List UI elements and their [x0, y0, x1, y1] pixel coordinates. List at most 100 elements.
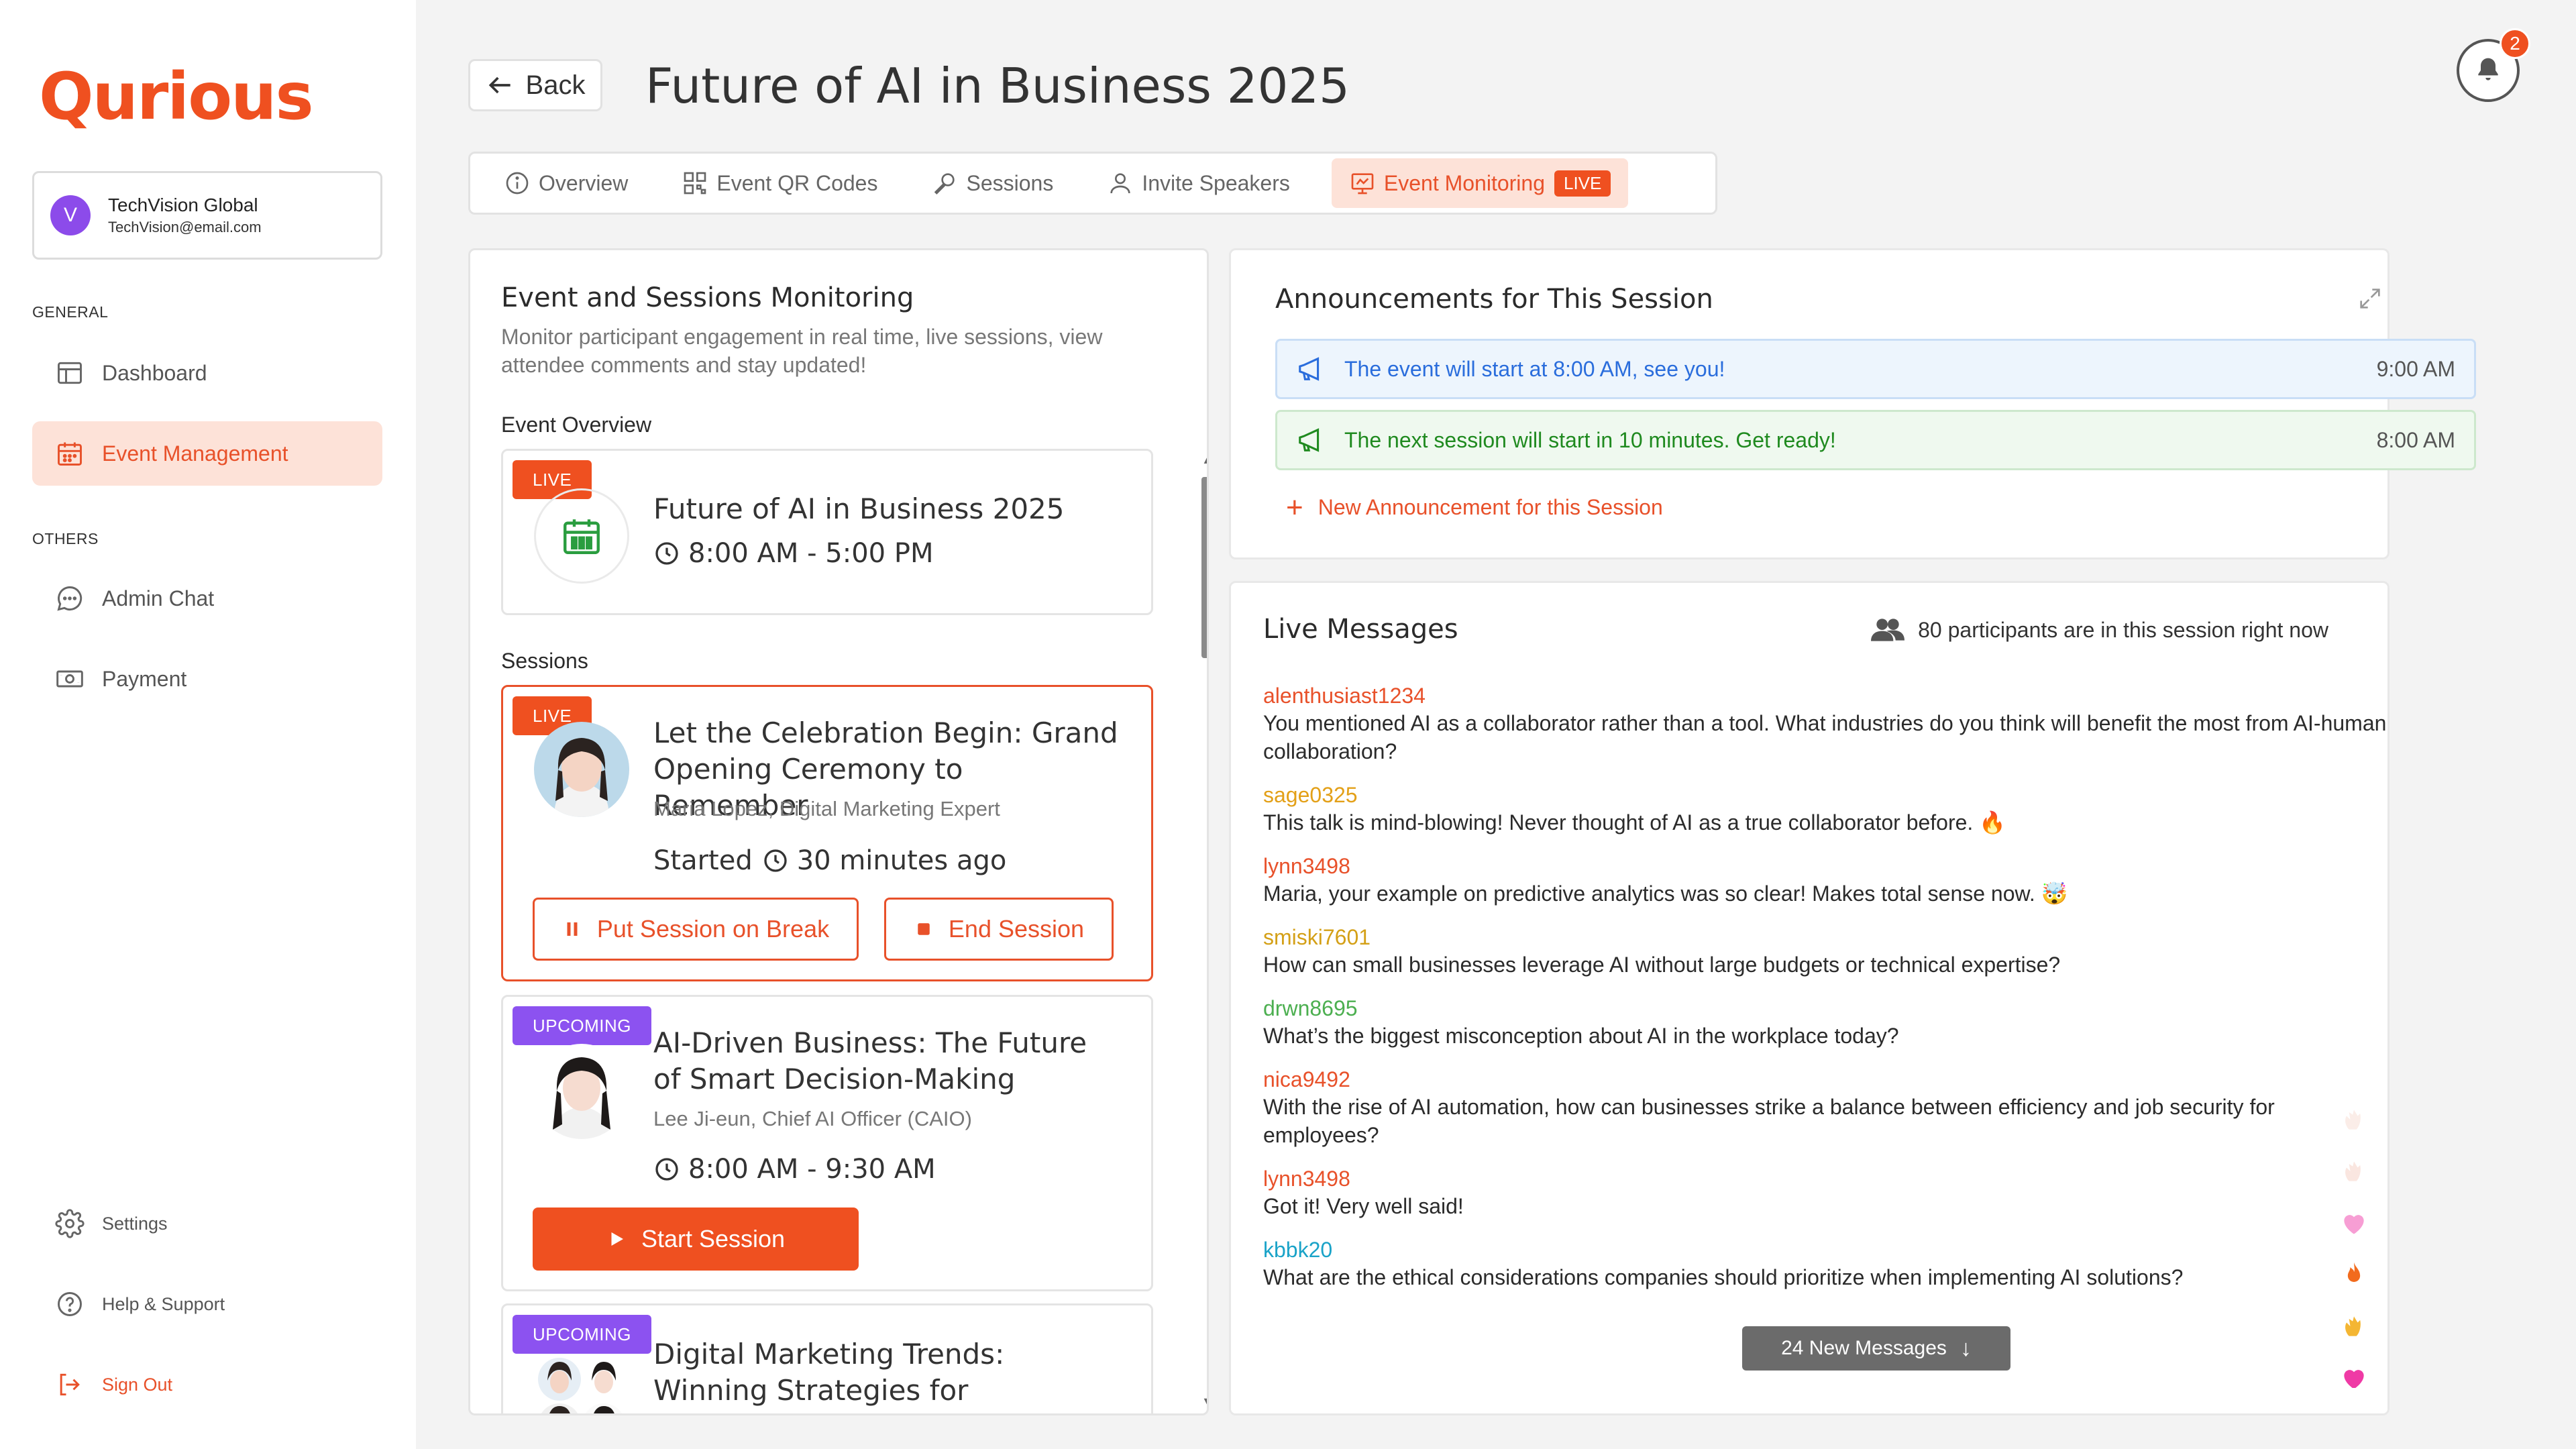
message-username: kbbk20 [1263, 1238, 1333, 1262]
announcement-time: 8:00 AM [2376, 427, 2455, 452]
tab-event-monitoring[interactable]: Event Monitoring LIVE [1331, 158, 1629, 208]
session-card-upcoming[interactable]: UPCOMING Digital Marketing Trends: Winni… [501, 1303, 1153, 1413]
users-icon [1871, 619, 1905, 641]
sidebar-item-dashboard[interactable]: Dashboard [32, 341, 382, 405]
stop-icon [918, 923, 930, 935]
payment-icon [56, 670, 83, 688]
speaker-avatar [534, 1044, 629, 1139]
announcement-text: The event will start at 8:00 AM, see you… [1344, 356, 1725, 381]
clock-icon [764, 849, 787, 872]
list-item[interactable]: lynn3498 Got it! Very well said! [1263, 1165, 2387, 1220]
announcements-panel: Announcements for This Session The event… [1229, 248, 2476, 559]
list-item[interactable]: alenthusiast1234 You mentioned AI as a c… [1263, 682, 2387, 765]
tab-invite-speakers[interactable]: Invite Speakers [1089, 158, 1307, 208]
end-session-button[interactable]: End Session [884, 898, 1114, 961]
list-item[interactable]: sage0325 This talk is mind-blowing! Neve… [1263, 782, 2387, 837]
list-item[interactable]: lynn3498 Maria, your example on predicti… [1263, 853, 2387, 908]
scroll-down-icon[interactable]: ▼ [1201, 1395, 1207, 1409]
scroll-up-icon[interactable]: ▲ [1201, 453, 1207, 467]
message-username: lynn3498 [1263, 854, 1350, 878]
expand-icon[interactable] [2357, 285, 2383, 312]
tab-label: Overview [539, 170, 629, 195]
mic-icon [934, 173, 955, 195]
new-messages-label: 24 New Messages [1781, 1337, 1947, 1359]
list-item[interactable]: nica9492 With the rise of AI automation,… [1263, 1066, 2387, 1149]
speaker-group-icon [538, 1358, 625, 1413]
message-username: drwn8695 [1263, 996, 1358, 1020]
started-prefix: Started [653, 845, 753, 876]
new-messages-button[interactable]: 24 New Messages ↓ [1742, 1326, 2010, 1371]
back-button[interactable]: Back [468, 59, 602, 111]
tab-overview[interactable]: Overview [486, 158, 645, 208]
message-text: What’s the biggest misconception about A… [1263, 1024, 1899, 1048]
new-announcement-button[interactable]: + New Announcement for this Session [1286, 490, 1663, 524]
user-icon [1110, 173, 1130, 194]
button-label: End Session [948, 915, 1085, 943]
sidebar-item-label: Admin Chat [102, 586, 215, 610]
panel-description: Monitor participant engagement in real t… [501, 325, 1103, 377]
avatar: V [50, 195, 91, 235]
arrow-left-icon [488, 76, 511, 94]
arrow-down-icon: ↓ [1960, 1335, 1972, 1361]
event-time-text: 8:00 AM - 5:00 PM [688, 538, 934, 569]
bell-icon [2478, 58, 2498, 80]
scrollbar-thumb[interactable] [1201, 477, 1207, 658]
live-badge: LIVE [1554, 170, 1611, 197]
speaker-avatar-group [534, 1352, 629, 1413]
sidebar-item-event-management[interactable]: Event Management [32, 421, 382, 486]
announcement-text: The next session will start in 10 minute… [1344, 427, 1836, 452]
session-time: 8:00 AM - 9:30 AM [653, 1154, 936, 1185]
event-time: 8:00 AM - 5:00 PM [653, 538, 933, 569]
button-label: Start Session [641, 1225, 786, 1252]
message-text: You mentioned AI as a collaborator rathe… [1263, 711, 2387, 763]
list-item[interactable]: drwn8695 What’s the biggest misconceptio… [1263, 995, 2387, 1050]
announcements-title: Announcements for This Session [1275, 284, 1713, 315]
start-session-button[interactable]: Start Session [533, 1208, 859, 1271]
section-label-general: GENERAL [32, 303, 109, 321]
speaker-photo-icon [534, 1044, 629, 1139]
put-on-break-button[interactable]: Put Session on Break [533, 898, 859, 961]
plus-icon: + [1286, 490, 1303, 524]
event-overview-card[interactable]: LIVE Future of AI in Business 2025 8:00 … [501, 449, 1153, 615]
sidebar-item-admin-chat[interactable]: Admin Chat [32, 566, 382, 631]
message-text: What are the ethical considerations comp… [1263, 1265, 2184, 1289]
fire-icon [2347, 1262, 2361, 1282]
list-item[interactable]: smiski7601 How can small businesses leve… [1263, 924, 2387, 979]
new-announcement-label: New Announcement for this Session [1318, 495, 1663, 519]
announcement-item[interactable]: The event will start at 8:00 AM, see you… [1275, 339, 2476, 399]
org-switcher[interactable]: V TechVision Global TechVision@email.com [32, 171, 382, 260]
sidebar-item-label: Payment [102, 666, 187, 691]
notification-badge: 2 [2500, 28, 2530, 59]
sidebar-item-payment[interactable]: Payment [32, 647, 382, 711]
list-item[interactable]: kbbk20 What are the ethical consideratio… [1263, 1236, 2387, 1291]
session-title: AI-Driven Business: The Future of Smart … [653, 1026, 1087, 1095]
tab-label: Event Monitoring [1383, 170, 1545, 195]
main-content: Back Future of AI in Business 2025 2 Ove… [416, 0, 2576, 1449]
session-card-live[interactable]: LIVE Let the Celebration Begin: Grand Op… [501, 685, 1153, 981]
scrollbar-thumb[interactable] [2388, 613, 2390, 794]
org-name: TechVision Global [108, 195, 258, 215]
sidebar-item-help[interactable]: Help & Support [32, 1272, 382, 1336]
event-icon-circle [534, 488, 629, 584]
announcement-item[interactable]: The next session will start in 10 minute… [1275, 410, 2476, 470]
tab-label: Invite Speakers [1142, 170, 1290, 195]
gear-icon [55, 1209, 85, 1238]
live-messages-title: Live Messages [1263, 614, 1458, 645]
clock-icon [655, 1158, 678, 1181]
speaker-avatar [534, 722, 629, 817]
sidebar-item-settings[interactable]: Settings [32, 1191, 382, 1256]
monitoring-panel: Event and Sessions Monitoring Monitor pa… [468, 248, 1209, 1415]
megaphone-icon [1299, 357, 1320, 381]
clap-icon [2345, 1316, 2361, 1336]
tab-sessions[interactable]: Sessions [914, 158, 1071, 208]
dashboard-icon [58, 362, 82, 384]
tab-label: Sessions [966, 170, 1054, 195]
tab-event-qr-codes[interactable]: Event QR Codes [664, 158, 895, 208]
sidebar-item-sign-out[interactable]: Sign Out [32, 1352, 382, 1417]
session-card-upcoming[interactable]: UPCOMING AI-Driven Business: The Future … [501, 995, 1153, 1291]
button-label: Put Session on Break [596, 915, 830, 943]
clap-icon [2345, 1161, 2361, 1181]
chat-icon [57, 586, 83, 611]
brand-logo[interactable]: Qurious [39, 59, 314, 134]
help-icon [58, 1292, 82, 1316]
